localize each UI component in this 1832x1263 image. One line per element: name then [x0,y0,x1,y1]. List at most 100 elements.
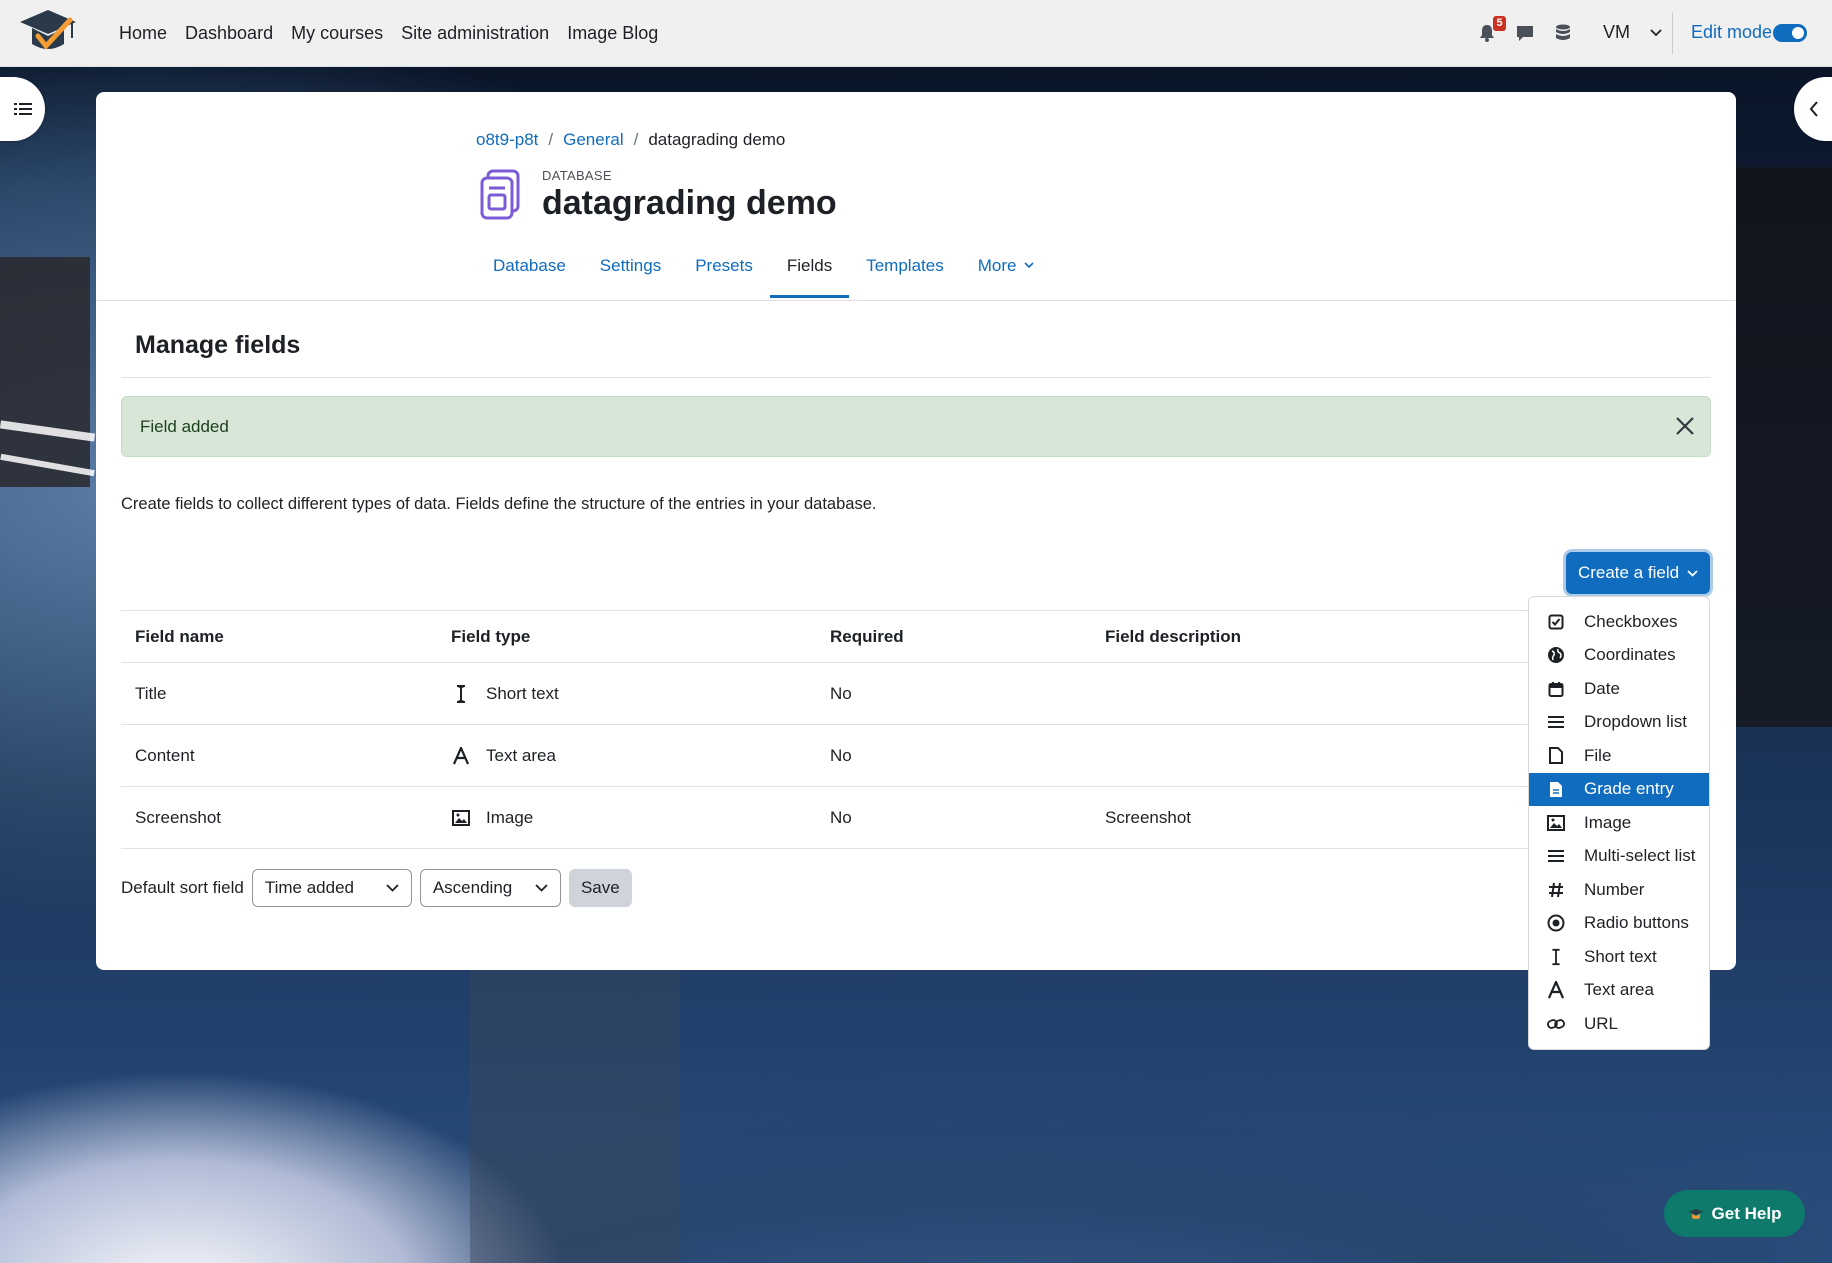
list-icon [13,103,32,115]
grade-file-icon [1547,780,1565,798]
database-activity-icon [480,169,520,220]
text-area-icon [1547,981,1565,999]
menu-item-label: Checkboxes [1584,611,1678,631]
column-header: Field name [135,626,224,646]
main-content-card: o8t9-p8t / General / datagrading demo DA… [96,92,1736,970]
menu-item-checkboxes[interactable]: Checkboxes [1529,605,1709,639]
menu-item-label: Multi-select list [1584,846,1696,866]
tab-settings[interactable]: Settings [583,248,678,298]
column-header: Field type [451,626,531,646]
field-description: Screenshot [1105,807,1191,827]
field-name: Title [135,683,167,703]
chevron-down-icon [535,884,548,892]
menu-item-label: File [1584,745,1612,765]
menu-item-label: URL [1584,1013,1619,1033]
field-name: Content [135,745,195,765]
menu-item-dropdown-list[interactable]: Dropdown list [1529,706,1709,740]
menu-item-multi-select-list[interactable]: Multi-select list [1529,840,1709,874]
divider [96,300,1736,301]
create-field-button[interactable]: Create a field [1566,552,1710,594]
menu-item-label: Short text [1584,946,1657,966]
bars-icon [1547,847,1565,865]
page-title: datagrading demo [542,184,837,222]
chat-icon[interactable] [1515,23,1535,43]
text-area-icon [451,746,471,766]
menu-item-date[interactable]: Date [1529,672,1709,706]
menu-item-label: Image [1584,812,1632,832]
field-type-cell: Text area [451,725,556,786]
calendar-icon [1547,680,1565,698]
edit-mode-toggle[interactable] [1773,24,1807,42]
field-type-label: Image [486,807,534,827]
primary-navigation: Home Dashboard My courses Site administr… [119,0,658,67]
menu-item-url[interactable]: URL [1529,1007,1709,1041]
menu-item-label: Dropdown list [1584,712,1687,732]
nav-my-courses[interactable]: My courses [291,23,383,44]
success-alert: Field added [121,396,1711,457]
breadcrumb-separator: / [633,130,639,149]
field-type-label: Short text [486,683,559,703]
globe-icon [1547,646,1565,664]
close-icon[interactable] [1674,415,1696,437]
tab-presets[interactable]: Presets [678,248,770,298]
nav-dashboard[interactable]: Dashboard [185,23,273,44]
sort-field-value: Time added [264,878,354,897]
nav-image-blog[interactable]: Image Blog [567,23,658,44]
page-heading: Manage fields [135,331,301,359]
image-icon [1547,814,1565,832]
get-help-button[interactable]: Get Help [1664,1190,1805,1237]
checkbox-icon [1547,613,1565,631]
menu-item-radio-buttons[interactable]: Radio buttons [1529,907,1709,941]
breadcrumb-section[interactable]: General [563,130,623,150]
menu-item-text-area[interactable]: Text area [1529,974,1709,1008]
nav-site-administration[interactable]: Site administration [401,23,549,44]
intro-text: Create fields to collect different types… [121,495,877,513]
column-header: Field description [1105,626,1242,646]
menu-item-label: Date [1584,678,1620,698]
breadcrumb-current: datagrading demo [648,130,786,149]
bars-icon [1547,713,1565,731]
menu-item-file[interactable]: File [1529,739,1709,773]
activity-type-label: DATABASE [542,168,612,183]
tab-templates[interactable]: Templates [849,248,960,298]
menu-item-grade-entry[interactable]: Grade entry [1529,772,1709,806]
edit-mode-label: Edit mode [1691,22,1773,42]
save-sort-button[interactable]: Save [568,869,632,907]
tab-database[interactable]: Database [476,248,583,298]
field-name: Screenshot [135,807,221,827]
table-row: Screenshot Image No Screenshot [121,787,1551,849]
fields-table: Field name Field type Required Field des… [121,610,1551,849]
menu-item-label: Grade entry [1584,779,1674,799]
short-text-icon [1547,948,1565,966]
field-required: No [830,683,852,703]
column-header: Required [830,626,904,646]
nav-home[interactable]: Home [119,23,167,44]
chevron-down-icon [1687,569,1698,577]
tab-more[interactable]: More [961,248,1051,298]
get-help-label: Get Help [1711,1203,1782,1223]
field-type-cell: Image [451,787,533,848]
menu-item-number[interactable]: Number [1529,873,1709,907]
image-icon [451,808,471,828]
breadcrumb: o8t9-p8t / General / datagrading demo [476,130,785,150]
menu-item-label: Coordinates [1584,645,1676,665]
table-row: Content Text area No [121,725,1551,787]
field-type-label: Text area [486,745,556,765]
user-menu[interactable]: VM [1603,22,1662,43]
sort-order-select[interactable]: Ascending [419,869,561,907]
sort-order-value: Ascending [432,878,513,897]
breadcrumb-course[interactable]: o8t9-p8t [476,130,538,150]
graduation-cap-icon [1688,1208,1703,1219]
menu-item-coordinates[interactable]: Coordinates [1529,639,1709,673]
menu-item-image[interactable]: Image [1529,806,1709,840]
sort-field-select[interactable]: Time added [251,869,412,907]
database-icon[interactable] [1553,23,1573,43]
site-logo-icon[interactable] [16,6,80,60]
create-field-dropdown: Checkboxes Coordinates Date Dropdown lis… [1528,596,1710,1050]
tab-fields[interactable]: Fields [769,248,850,298]
chevron-left-icon [1809,101,1818,117]
link-icon [1547,1015,1565,1033]
field-required: No [830,807,852,827]
menu-item-short-text[interactable]: Short text [1529,940,1709,974]
short-text-icon [451,684,471,704]
